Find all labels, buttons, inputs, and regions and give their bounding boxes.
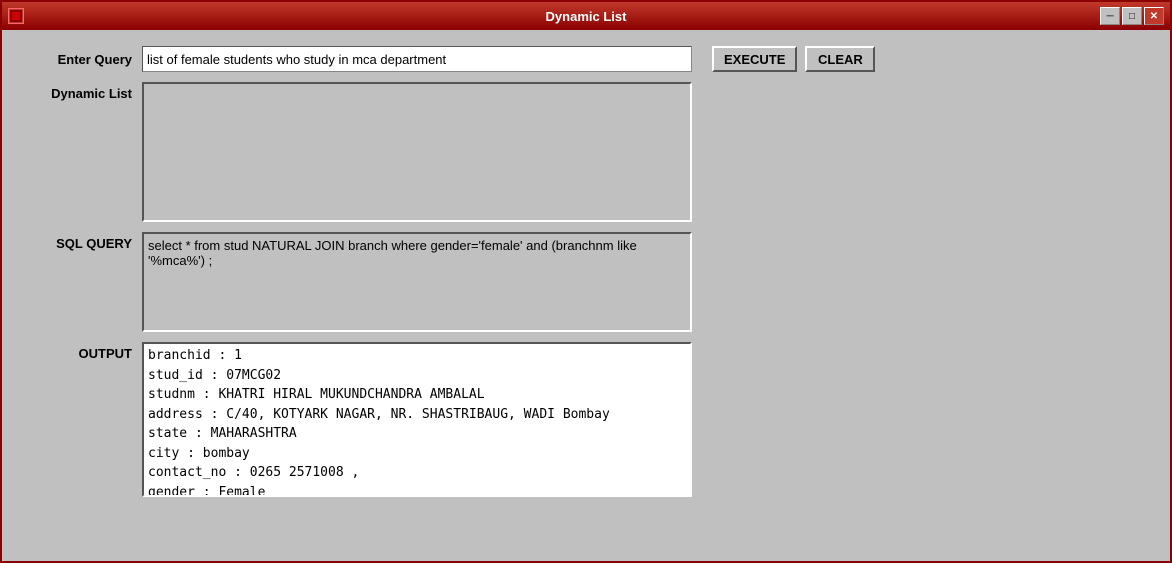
sql-query-label: SQL QUERY <box>22 232 132 251</box>
output-text: branchid : 1 stud_id : 07MCG02 studnm : … <box>148 346 686 497</box>
title-bar-left <box>8 8 24 24</box>
sql-query-area[interactable] <box>142 232 692 332</box>
enter-query-label: Enter Query <box>22 52 132 67</box>
enter-query-row: Enter Query EXECUTE CLEAR <box>22 46 1150 72</box>
output-container[interactable]: branchid : 1 stud_id : 07MCG02 studnm : … <box>142 342 692 497</box>
app-icon <box>8 8 24 24</box>
output-row: OUTPUT branchid : 1 stud_id : 07MCG02 st… <box>22 342 1150 497</box>
sql-query-row: SQL QUERY <box>22 232 1150 332</box>
minimize-button[interactable]: ─ <box>1100 7 1120 25</box>
clear-button[interactable]: CLEAR <box>805 46 875 72</box>
restore-button[interactable]: □ <box>1122 7 1142 25</box>
dynamic-list-label: Dynamic List <box>22 82 132 101</box>
query-input[interactable] <box>142 46 692 72</box>
dynamic-list-area[interactable] <box>142 82 692 222</box>
output-label: OUTPUT <box>22 342 132 361</box>
window-title: Dynamic List <box>546 9 627 24</box>
action-buttons: EXECUTE CLEAR <box>712 46 875 72</box>
main-window: Dynamic List ─ □ ✕ Enter Query EXECUTE C… <box>0 0 1172 563</box>
content-area: Enter Query EXECUTE CLEAR Dynamic List S… <box>2 30 1170 561</box>
window-controls: ─ □ ✕ <box>1100 7 1164 25</box>
dynamic-list-row: Dynamic List <box>22 82 1150 222</box>
close-button[interactable]: ✕ <box>1144 7 1164 25</box>
title-bar: Dynamic List ─ □ ✕ <box>2 2 1170 30</box>
execute-button[interactable]: EXECUTE <box>712 46 797 72</box>
